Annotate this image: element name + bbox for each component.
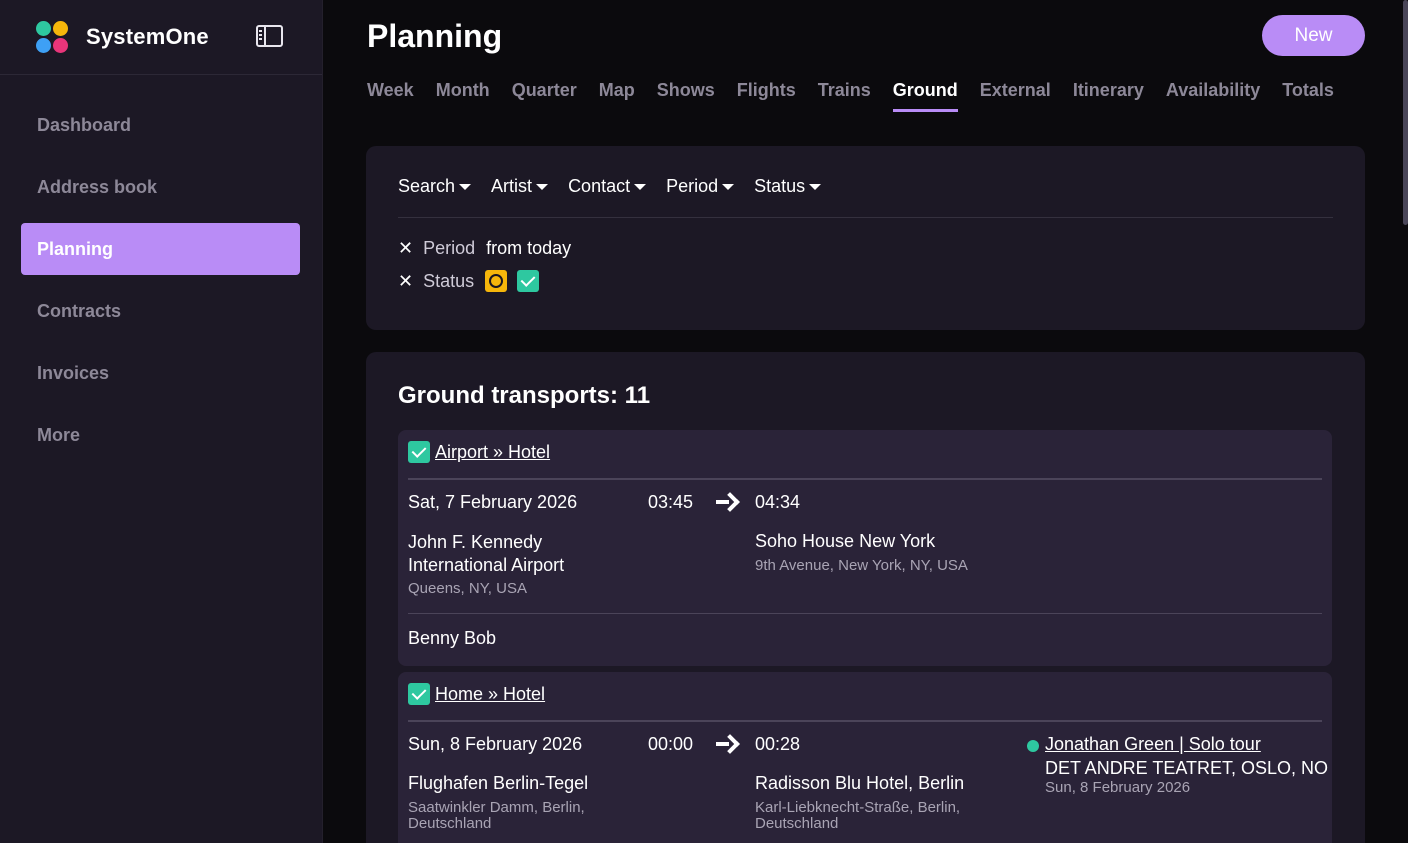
divider: [408, 613, 1322, 614]
scrollbar[interactable]: [1403, 0, 1408, 225]
brand-name: SystemOne: [86, 24, 209, 49]
filter-search-dropdown[interactable]: Search: [398, 176, 472, 197]
transport-date: Sat, 7 February 2026: [408, 492, 578, 512]
passenger-name: Benny Bob: [408, 628, 497, 648]
sidebar-item-contracts[interactable]: Contracts: [21, 285, 300, 337]
sidebar-item-planning[interactable]: Planning: [21, 223, 300, 275]
status-option-icon: [485, 270, 508, 292]
transport-list: Ground transports: 11 Airport » Hotel Sa…: [366, 352, 1365, 843]
main-content: Planning New Week Month Quarter Map Show…: [323, 0, 1408, 843]
list-title: Ground transports: 11: [398, 382, 651, 409]
caret-down-icon: [634, 183, 647, 190]
sidebar-item-invoices[interactable]: Invoices: [21, 347, 300, 399]
to-address: Karl-Liebknecht-Straße, Berlin, Deutschl…: [755, 799, 961, 832]
divider: [408, 720, 1322, 722]
tab-totals[interactable]: Totals: [1282, 80, 1334, 112]
from-location: Flughafen Berlin-Tegel: [408, 773, 589, 793]
caret-down-icon: [809, 183, 822, 190]
tab-month[interactable]: Month: [436, 80, 490, 112]
remove-filter-icon[interactable]: ✕: [398, 271, 413, 292]
divider: [408, 478, 1322, 480]
event-link[interactable]: Jonathan Green | Solo tour: [1045, 734, 1261, 755]
tab-shows[interactable]: Shows: [657, 80, 715, 112]
sidebar: SystemOne Dashboard Address book Plannin…: [0, 0, 323, 843]
transport-header: Home » Hotel: [408, 683, 545, 705]
active-filter-period: ✕ Period from today: [398, 238, 572, 259]
divider: [398, 217, 1333, 218]
tab-trains[interactable]: Trains: [818, 80, 871, 112]
from-address: Queens, NY, USA: [408, 580, 527, 597]
from-address: Saatwinkler Damm, Berlin, Deutschland: [408, 799, 585, 832]
arrow-right-icon: [716, 493, 736, 511]
filter-menu-row: Search Artist Contact Period Status: [398, 176, 841, 197]
event-venue: DET ANDRE TEATRET, OSLO, NO: [1045, 758, 1329, 778]
tab-external[interactable]: External: [980, 80, 1051, 112]
filter-artist-dropdown[interactable]: Artist: [491, 176, 549, 197]
transport-card: Home » Hotel Sun, 8 February 2026 00:00 …: [398, 672, 1332, 843]
depart-time: 03:45: [648, 492, 694, 512]
tab-quarter[interactable]: Quarter: [512, 80, 577, 112]
confirmed-check-icon: [408, 441, 430, 463]
filter-panel: Search Artist Contact Period Status ✕ Pe…: [366, 146, 1365, 330]
filter-status-dropdown[interactable]: Status: [754, 176, 822, 197]
arrive-time: 04:34: [755, 492, 801, 512]
sidebar-item-address-book[interactable]: Address book: [21, 161, 300, 213]
transport-header: Airport » Hotel: [408, 441, 550, 463]
arrow-right-icon: [716, 735, 736, 753]
depart-time: 00:00: [648, 734, 694, 754]
active-filter-status: ✕ Status: [398, 270, 540, 292]
transport-route-link[interactable]: Home » Hotel: [435, 684, 545, 705]
sidebar-toggle-icon[interactable]: [256, 25, 283, 47]
transport-route-link[interactable]: Airport » Hotel: [435, 442, 550, 463]
transport-date: Sun, 8 February 2026: [408, 734, 583, 754]
arrive-time: 00:28: [755, 734, 801, 754]
caret-down-icon: [536, 183, 549, 190]
tab-ground[interactable]: Ground: [892, 80, 958, 112]
tab-flights[interactable]: Flights: [737, 80, 796, 112]
to-location: Radisson Blu Hotel, Berlin: [755, 773, 965, 793]
period-value: from today: [486, 238, 572, 258]
caret-down-icon: [722, 183, 735, 190]
brand-logo-icon[interactable]: [36, 20, 71, 54]
caret-down-icon: [459, 183, 472, 190]
filter-contact-dropdown[interactable]: Contact: [568, 176, 647, 197]
filter-period-dropdown[interactable]: Period: [666, 176, 735, 197]
sidebar-item-dashboard[interactable]: Dashboard: [21, 99, 300, 151]
status-dot-icon: [1027, 740, 1039, 752]
from-location: John F. Kennedy International Airport: [408, 532, 565, 575]
sidebar-nav: Dashboard Address book Planning Contract…: [0, 75, 322, 461]
new-button[interactable]: New: [1262, 15, 1365, 56]
sidebar-item-more[interactable]: More: [21, 409, 300, 461]
page-title: Planning: [367, 18, 503, 54]
to-location: Soho House New York: [755, 531, 936, 551]
confirmed-check-icon: [408, 683, 430, 705]
to-address: 9th Avenue, New York, NY, USA: [755, 557, 968, 574]
planning-tabs: Week Month Quarter Map Shows Flights Tra…: [367, 80, 1356, 112]
brand: SystemOne: [0, 0, 322, 75]
remove-filter-icon[interactable]: ✕: [398, 238, 413, 259]
tab-week[interactable]: Week: [367, 80, 414, 112]
event-date: Sun, 8 February 2026: [1045, 779, 1191, 796]
tab-availability[interactable]: Availability: [1166, 80, 1260, 112]
transport-card: Airport » Hotel Sat, 7 February 2026 03:…: [398, 430, 1332, 666]
tab-itinerary[interactable]: Itinerary: [1073, 80, 1144, 112]
status-confirmed-icon: [517, 270, 540, 292]
tab-map[interactable]: Map: [599, 80, 635, 112]
